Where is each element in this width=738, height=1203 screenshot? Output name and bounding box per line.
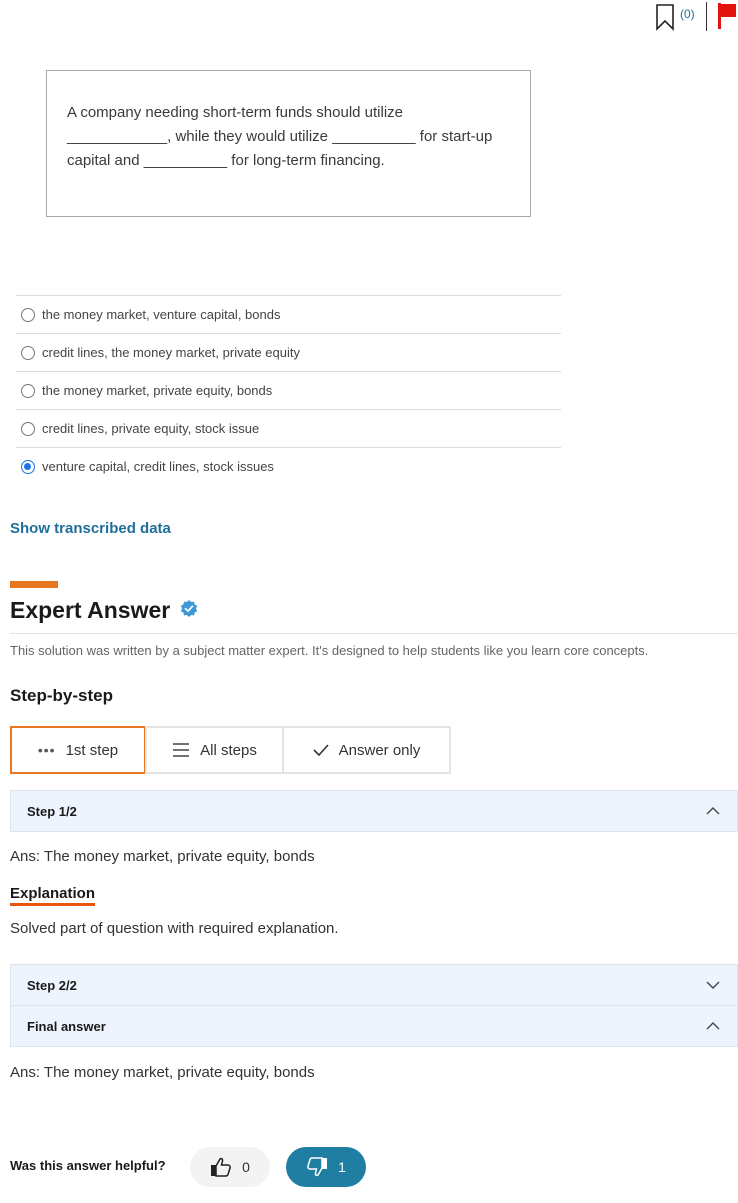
question-box: A company needing short-term funds shoul… — [46, 70, 531, 217]
final-answer-text: Ans: The money market, private equity, b… — [10, 1064, 315, 1081]
final-answer-header[interactable]: Final answer — [10, 1005, 738, 1047]
chevron-up-icon[interactable] — [705, 1021, 721, 1031]
step-by-step-heading: Step-by-step — [10, 686, 113, 705]
tab-answer-only[interactable]: Answer only — [282, 726, 451, 774]
helpful-question: Was this answer helpful? — [10, 1158, 166, 1173]
tab-label: Answer only — [338, 741, 421, 759]
tab-label: 1st step — [65, 741, 119, 759]
divider — [10, 633, 738, 634]
explanation-heading: Explanation — [10, 885, 96, 906]
view-mode-tabs: ••• 1st step All steps Answer only — [10, 726, 451, 774]
option-item[interactable]: the money market, venture capital, bonds — [16, 295, 561, 333]
thumbs-down-count: 1 — [338, 1159, 346, 1175]
radio-button[interactable] — [21, 307, 35, 322]
step-1-header[interactable]: Step 1/2 — [10, 790, 738, 832]
option-label: the money market, private equity, bonds — [42, 383, 273, 398]
more-dots-icon: ••• — [37, 742, 56, 758]
step-title: Step 1/2 — [27, 803, 77, 819]
bookmark-icon[interactable] — [655, 3, 675, 31]
bookmark-count: (0) — [680, 7, 695, 21]
header-divider — [706, 2, 707, 31]
question-text: A company needing short-term funds shoul… — [67, 104, 493, 169]
option-item[interactable]: credit lines, the money market, private … — [16, 333, 561, 371]
check-icon — [313, 744, 329, 756]
verified-badge-icon — [180, 600, 198, 617]
radio-button[interactable] — [21, 345, 35, 360]
radio-button-selected[interactable] — [21, 459, 35, 474]
option-item[interactable]: credit lines, private equity, stock issu… — [16, 409, 561, 447]
step-title: Step 2/2 — [27, 977, 77, 993]
section-accent-bar — [10, 581, 58, 588]
final-answer-title: Final answer — [27, 1018, 106, 1034]
expert-description: This solution was written by a subject m… — [10, 643, 649, 658]
menu-lines-icon — [173, 743, 190, 757]
option-label: venture capital, credit lines, stock iss… — [42, 459, 274, 474]
thumbs-down-icon — [307, 1157, 328, 1177]
flag-icon[interactable] — [716, 3, 738, 29]
expert-answer-title: Expert Answer — [10, 597, 171, 623]
chevron-down-icon[interactable] — [705, 980, 721, 990]
tab-all-steps[interactable]: All steps — [145, 726, 284, 774]
answer-options: the money market, venture capital, bonds… — [16, 295, 561, 485]
step-1-answer: Ans: The money market, private equity, b… — [10, 848, 315, 865]
option-label: credit lines, private equity, stock issu… — [42, 421, 260, 436]
explanation-text: Solved part of question with required ex… — [10, 920, 339, 937]
tab-1st-step[interactable]: ••• 1st step — [10, 726, 146, 774]
option-label: the money market, venture capital, bonds — [42, 307, 281, 322]
option-item[interactable]: venture capital, credit lines, stock iss… — [16, 447, 561, 485]
thumbs-down-button[interactable]: 1 — [286, 1147, 366, 1187]
option-item[interactable]: the money market, private equity, bonds — [16, 371, 561, 409]
radio-button[interactable] — [21, 421, 35, 436]
tab-label: All steps — [200, 741, 257, 759]
thumbs-up-count: 0 — [242, 1159, 250, 1175]
chevron-up-icon[interactable] — [705, 806, 721, 816]
option-label: credit lines, the money market, private … — [42, 345, 300, 360]
radio-button[interactable] — [21, 383, 35, 398]
thumbs-up-button[interactable]: 0 — [190, 1147, 270, 1187]
step-2-header[interactable]: Step 2/2 — [10, 964, 738, 1006]
show-transcribed-link[interactable]: Show transcribed data — [10, 520, 171, 537]
thumbs-up-icon — [211, 1157, 231, 1177]
